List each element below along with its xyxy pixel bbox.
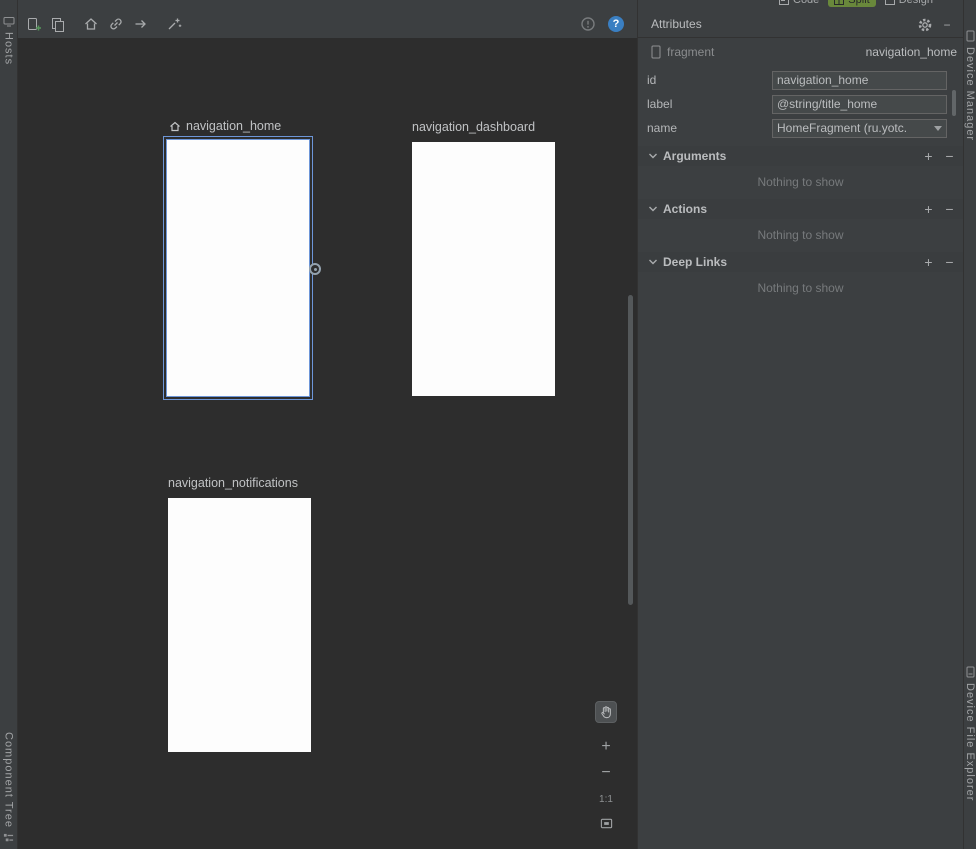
- zoom-to-fit-icon: [600, 817, 613, 830]
- name-dropdown[interactable]: HomeFragment (ru.yotc.: [772, 119, 947, 138]
- deep-link-icon[interactable]: [107, 15, 125, 33]
- attribute-row-name: name HomeFragment (ru.yotc.: [638, 118, 963, 138]
- hide-panel-button[interactable]: −: [939, 17, 955, 33]
- auto-arrange-icon[interactable]: [165, 15, 183, 33]
- canvas-controls: + − 1:1: [595, 701, 617, 833]
- fragment-navigation-dashboard[interactable]: [412, 142, 555, 396]
- remove-deep-link-button[interactable]: −: [942, 254, 957, 269]
- component-tree-icon: [3, 833, 14, 844]
- attributes-panel: Attributes − fragment navigation_home id…: [637, 0, 963, 849]
- left-tool-stripe: Hosts Component Tree: [0, 0, 18, 849]
- tab-design[interactable]: Design: [885, 0, 933, 6]
- tab-code-label: Code: [793, 0, 819, 6]
- tool-button-device-manager[interactable]: Device Manager: [964, 30, 976, 141]
- fragment-dashboard-label-text: navigation_dashboard: [412, 120, 535, 134]
- navigation-editor-window: Code Split Design: [0, 0, 976, 849]
- fragment-home-preview[interactable]: [166, 139, 310, 397]
- element-type-label: fragment: [667, 45, 714, 59]
- arguments-section-header[interactable]: Arguments + −: [638, 146, 963, 166]
- navigation-canvas[interactable]: navigation_home navigation_dashboard nav…: [18, 38, 637, 849]
- dropdown-arrow-icon: [930, 120, 946, 137]
- pan-tool-button[interactable]: [595, 701, 617, 723]
- fragment-notifications-label-text: navigation_notifications: [168, 476, 298, 490]
- remove-action-button[interactable]: −: [942, 201, 957, 216]
- action-arrow-icon[interactable]: [132, 15, 150, 33]
- actions-empty-text: Nothing to show: [638, 228, 963, 242]
- attributes-panel-title: Attributes: [651, 17, 702, 31]
- actions-section-title: Actions: [663, 202, 707, 216]
- panel-scrollbar-thumb[interactable]: [952, 90, 956, 116]
- arguments-empty-text: Nothing to show: [638, 175, 963, 189]
- editor-mode-tabs: Code Split Design: [779, 0, 963, 9]
- start-destination-home-icon: [169, 121, 181, 132]
- tool-button-component-tree[interactable]: Component Tree: [0, 732, 17, 844]
- panel-settings-button[interactable]: [917, 17, 933, 33]
- tab-design-label: Design: [899, 0, 933, 6]
- attribute-row-id: id: [638, 70, 963, 90]
- gear-icon: [917, 17, 933, 33]
- zoom-to-fit-button[interactable]: [600, 817, 613, 833]
- attribute-row-label: label: [638, 94, 963, 114]
- label-field-label: label: [647, 97, 672, 111]
- deep-links-section-title: Deep Links: [663, 255, 727, 269]
- zoom-scale-label[interactable]: 1:1: [599, 794, 613, 805]
- device-manager-icon: [966, 30, 975, 42]
- add-argument-button[interactable]: +: [921, 148, 936, 163]
- tab-split[interactable]: Split: [828, 0, 875, 7]
- fragment-label-navigation-home[interactable]: navigation_home: [169, 119, 281, 133]
- device-manager-stripe-label: Device Manager: [964, 47, 976, 141]
- tab-split-label: Split: [848, 0, 869, 6]
- fragment-icon: [651, 45, 661, 59]
- actions-section-header[interactable]: Actions + −: [638, 199, 963, 219]
- chevron-down-icon: [648, 258, 658, 266]
- id-input[interactable]: [772, 71, 947, 90]
- hosts-icon: [3, 16, 15, 27]
- navigation-toolbar: ?: [18, 0, 637, 38]
- name-dropdown-value: HomeFragment (ru.yotc.: [777, 121, 930, 135]
- right-tool-stripe: Device Manager Device File Explorer: [963, 0, 976, 849]
- fragment-navigation-home[interactable]: [163, 136, 313, 400]
- selected-element-row: fragment navigation_home: [638, 43, 963, 61]
- start-destination-icon[interactable]: [82, 15, 100, 33]
- deep-links-empty-text: Nothing to show: [638, 281, 963, 295]
- fragment-navigation-notifications[interactable]: [168, 498, 311, 752]
- element-id-label: navigation_home: [866, 45, 957, 59]
- add-deep-link-button[interactable]: +: [921, 254, 936, 269]
- device-file-explorer-stripe-label: Device File Explorer: [964, 683, 976, 801]
- fragment-home-label-text: navigation_home: [186, 119, 281, 133]
- name-field-label: name: [647, 121, 677, 135]
- deep-links-section-header[interactable]: Deep Links + −: [638, 252, 963, 272]
- zoom-out-button[interactable]: −: [601, 765, 610, 781]
- help-icon[interactable]: ?: [607, 15, 625, 33]
- section-deep-links: Deep Links + − Nothing to show: [638, 252, 963, 295]
- nested-graph-icon[interactable]: [49, 15, 67, 33]
- new-destination-icon[interactable]: [25, 15, 43, 33]
- label-input[interactable]: [772, 95, 947, 114]
- component-tree-stripe-label: Component Tree: [3, 732, 15, 828]
- chevron-down-icon: [648, 205, 658, 213]
- fragment-label-navigation-notifications[interactable]: navigation_notifications: [168, 476, 298, 490]
- fragment-label-navigation-dashboard[interactable]: navigation_dashboard: [412, 120, 535, 134]
- split-tab-icon: [834, 0, 844, 5]
- device-file-explorer-icon: [966, 666, 975, 678]
- code-tab-icon: [779, 0, 789, 5]
- remove-argument-button[interactable]: −: [942, 148, 957, 163]
- action-connection-port[interactable]: [309, 263, 321, 275]
- zoom-in-button[interactable]: +: [601, 739, 610, 755]
- tool-button-hosts[interactable]: Hosts: [0, 16, 17, 65]
- hosts-stripe-label: Hosts: [3, 32, 15, 65]
- section-actions: Actions + − Nothing to show: [638, 199, 963, 242]
- arguments-section-title: Arguments: [663, 149, 726, 163]
- tab-code[interactable]: Code: [779, 0, 819, 6]
- tool-button-device-file-explorer[interactable]: Device File Explorer: [964, 666, 976, 801]
- design-tab-icon: [885, 0, 895, 5]
- section-arguments: Arguments + − Nothing to show: [638, 146, 963, 189]
- id-field-label: id: [647, 73, 656, 87]
- help-glyph: ?: [608, 16, 624, 32]
- add-action-button[interactable]: +: [921, 201, 936, 216]
- hand-icon: [599, 705, 613, 719]
- error-indicator-icon[interactable]: [579, 15, 597, 33]
- chevron-down-icon: [648, 152, 658, 160]
- canvas-vertical-scrollbar[interactable]: [628, 295, 633, 605]
